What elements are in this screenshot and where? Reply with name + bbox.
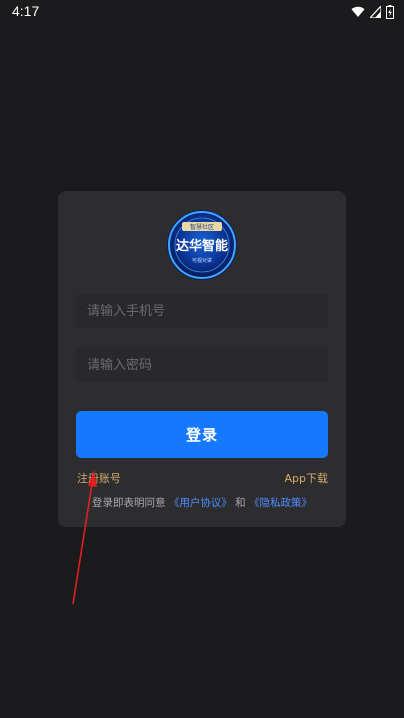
- phone-input[interactable]: [76, 294, 328, 328]
- user-agreement-link[interactable]: 《用户协议》: [169, 497, 232, 509]
- wifi-icon: [351, 6, 365, 18]
- login-button[interactable]: 登录: [76, 411, 328, 458]
- register-link[interactable]: 注册账号: [77, 470, 121, 486]
- logo-brand-text: 达华智能: [176, 238, 228, 254]
- agreement-prefix: 登录即表明同意: [91, 497, 166, 509]
- login-card: 智慧社区 达华智能 可视对讲 登录 注册账号 App下载 登录即表明同意 《用户…: [58, 191, 346, 527]
- app-download-link[interactable]: App下载: [285, 470, 329, 486]
- agreement-text: 登录即表明同意 《用户协议》 和 《隐私政策》: [58, 495, 346, 510]
- status-time: 4:17: [12, 3, 40, 19]
- agreement-conjunction: 和: [235, 497, 246, 509]
- logo-sub-text: 可视对讲: [192, 257, 212, 264]
- battery-icon: [386, 5, 394, 19]
- password-input[interactable]: [76, 348, 328, 382]
- brand-logo: 智慧社区 达华智能 可视对讲: [166, 209, 238, 281]
- status-icons: [351, 4, 394, 20]
- status-bar: 4:17: [0, 0, 404, 24]
- login-screen: 4:17 智慧社区 达华智能 可视对讲 请输入手机号 登录 注册账号 App下载…: [0, 0, 404, 718]
- logo-banner-text: 智慧社区: [190, 223, 214, 231]
- privacy-policy-link[interactable]: 《隐私政策》: [249, 497, 312, 509]
- signal-icon: [370, 6, 381, 18]
